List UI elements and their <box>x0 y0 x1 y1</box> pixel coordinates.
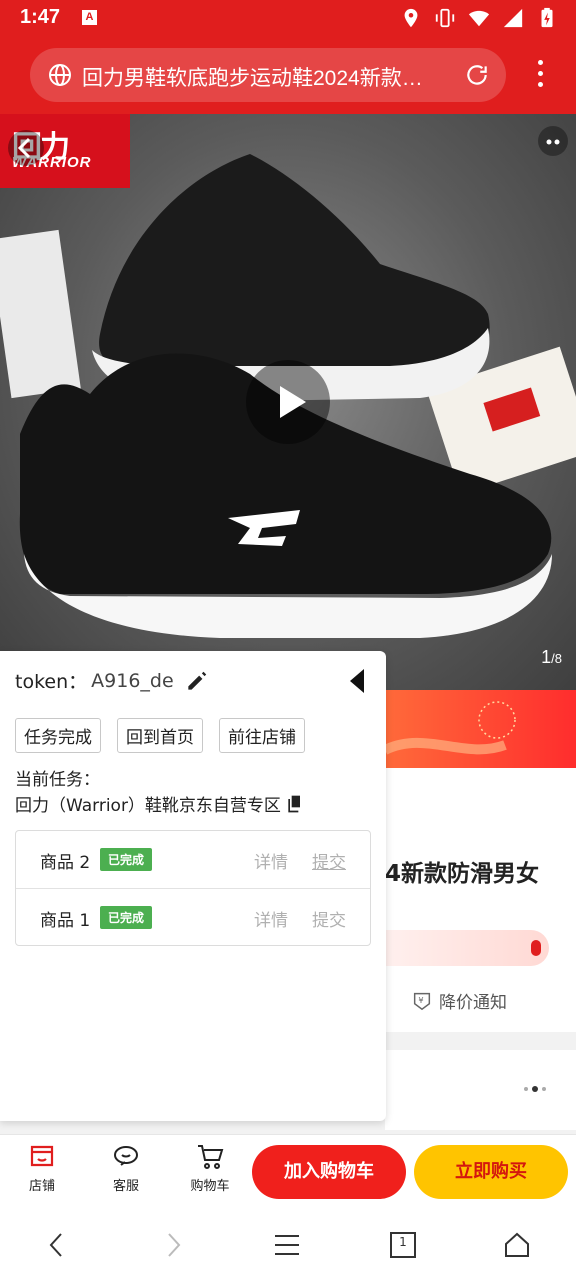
copy-icon[interactable] <box>285 794 305 814</box>
customer-service-icon <box>114 1146 138 1166</box>
task-name: 商品 1 <box>40 911 91 931</box>
battery-charging-icon <box>541 7 553 28</box>
page-title[interactable]: 回力男鞋软底跑步运动鞋2024新款… <box>82 62 452 92</box>
status-bar: 1:47 A <box>0 0 576 36</box>
app-notification-icon: A <box>82 10 97 25</box>
shopping-cart-icon <box>198 1145 224 1169</box>
detail-button[interactable]: 详情 <box>254 906 288 931</box>
signal-icon <box>503 8 523 28</box>
product-title[interactable]: 4新款防滑男女 <box>385 854 539 888</box>
reload-icon[interactable] <box>464 62 490 88</box>
image-counter-current: 1 <box>541 647 552 667</box>
tabs-button[interactable]: 1 <box>388 1230 418 1260</box>
svg-text:¥: ¥ <box>418 994 423 1004</box>
submit-button[interactable]: 提交 <box>312 906 346 931</box>
image-counter-total: /8 <box>551 651 562 666</box>
token-row: token： A916_de <box>15 667 210 694</box>
cart-label: 购物车 <box>190 1179 230 1194</box>
price-alert-label: 降价通知 <box>439 993 507 1013</box>
nav-forward-icon[interactable] <box>158 1230 188 1260</box>
price-alert-icon: ¥ <box>413 992 431 1010</box>
store-label: 店铺 <box>28 1179 55 1194</box>
more-dots-icon <box>546 139 560 145</box>
promo-banner[interactable] <box>385 690 576 768</box>
firework-decoration <box>385 701 516 755</box>
task-row: 商品 1 已完成 详情 提交 <box>16 888 370 945</box>
token-value: A916_de <box>91 669 174 692</box>
service-tab[interactable]: 客服 <box>96 1141 156 1194</box>
nav-back-icon[interactable] <box>42 1230 72 1260</box>
product-info-card: 4新款防滑男女 ¥ 降价通知 <box>385 768 576 1032</box>
play-icon <box>280 386 306 418</box>
status-badge: 已完成 <box>100 848 153 871</box>
back-button[interactable] <box>8 130 44 166</box>
detail-button[interactable]: 详情 <box>254 848 288 873</box>
status-badge: 已完成 <box>100 906 153 929</box>
vibrate-icon <box>435 8 455 28</box>
current-task-name: 回力（Warrior）鞋靴京东自营专区 <box>15 796 281 816</box>
edit-icon[interactable] <box>184 668 210 694</box>
task-row: 商品 2 已完成 详情 提交 <box>16 831 370 887</box>
price-alert-button[interactable]: ¥ 降价通知 <box>411 988 507 1013</box>
token-label: token： <box>15 671 88 693</box>
task-name: 商品 2 <box>40 853 91 873</box>
current-task-label: 当前任务： <box>15 770 100 790</box>
play-video-button[interactable] <box>246 360 330 444</box>
globe-icon <box>49 64 71 86</box>
wifi-icon <box>468 10 490 27</box>
more-options-button[interactable] <box>538 126 568 156</box>
recommend-card <box>385 1050 576 1130</box>
pager-dots <box>524 1086 546 1092</box>
image-counter: 1/8 <box>541 647 562 668</box>
store-tab[interactable]: 店铺 <box>12 1141 72 1194</box>
store-icon <box>30 1145 54 1167</box>
browser-menu-icon[interactable] <box>534 60 546 92</box>
task-complete-button[interactable]: 任务完成 <box>15 718 101 753</box>
status-time: 1:47 <box>20 6 61 28</box>
service-label: 客服 <box>112 1179 139 1194</box>
task-panel: token： A916_de 任务完成 回到首页 前往店铺 当前任务： 回力（W… <box>0 651 386 1121</box>
address-bar[interactable]: 回力男鞋软底跑步运动鞋2024新款… <box>30 48 506 102</box>
nav-home-icon[interactable] <box>502 1230 532 1260</box>
buy-now-button[interactable]: 立即购买 <box>414 1145 568 1199</box>
collapse-panel-icon[interactable] <box>348 667 366 695</box>
cart-tab[interactable]: 购物车 <box>180 1141 240 1194</box>
chevron-left-icon <box>17 137 31 159</box>
tab-count: 1 <box>399 1235 407 1249</box>
product-image-carousel[interactable]: 回力 WARRIOR 1/8 <box>0 114 576 690</box>
browser-nav-bar: 1 <box>0 1208 576 1280</box>
browser-toolbar: 回力男鞋软底跑步运动鞋2024新款… <box>0 36 576 114</box>
task-list: 商品 2 已完成 详情 提交 商品 1 已完成 详情 提交 <box>15 830 371 946</box>
add-to-cart-button[interactable]: 加入购物车 <box>252 1145 406 1199</box>
bottom-action-bar: 店铺 客服 购物车 加入购物车 立即购买 <box>0 1134 576 1209</box>
back-home-button[interactable]: 回到首页 <box>117 718 203 753</box>
current-task-row: 回力（Warrior）鞋靴京东自营专区 <box>15 791 305 816</box>
location-icon <box>404 8 418 28</box>
nav-menu-icon[interactable] <box>272 1230 302 1260</box>
price-bar <box>385 930 549 966</box>
submit-button[interactable]: 提交 <box>312 848 346 873</box>
go-store-button[interactable]: 前往店铺 <box>219 718 305 753</box>
